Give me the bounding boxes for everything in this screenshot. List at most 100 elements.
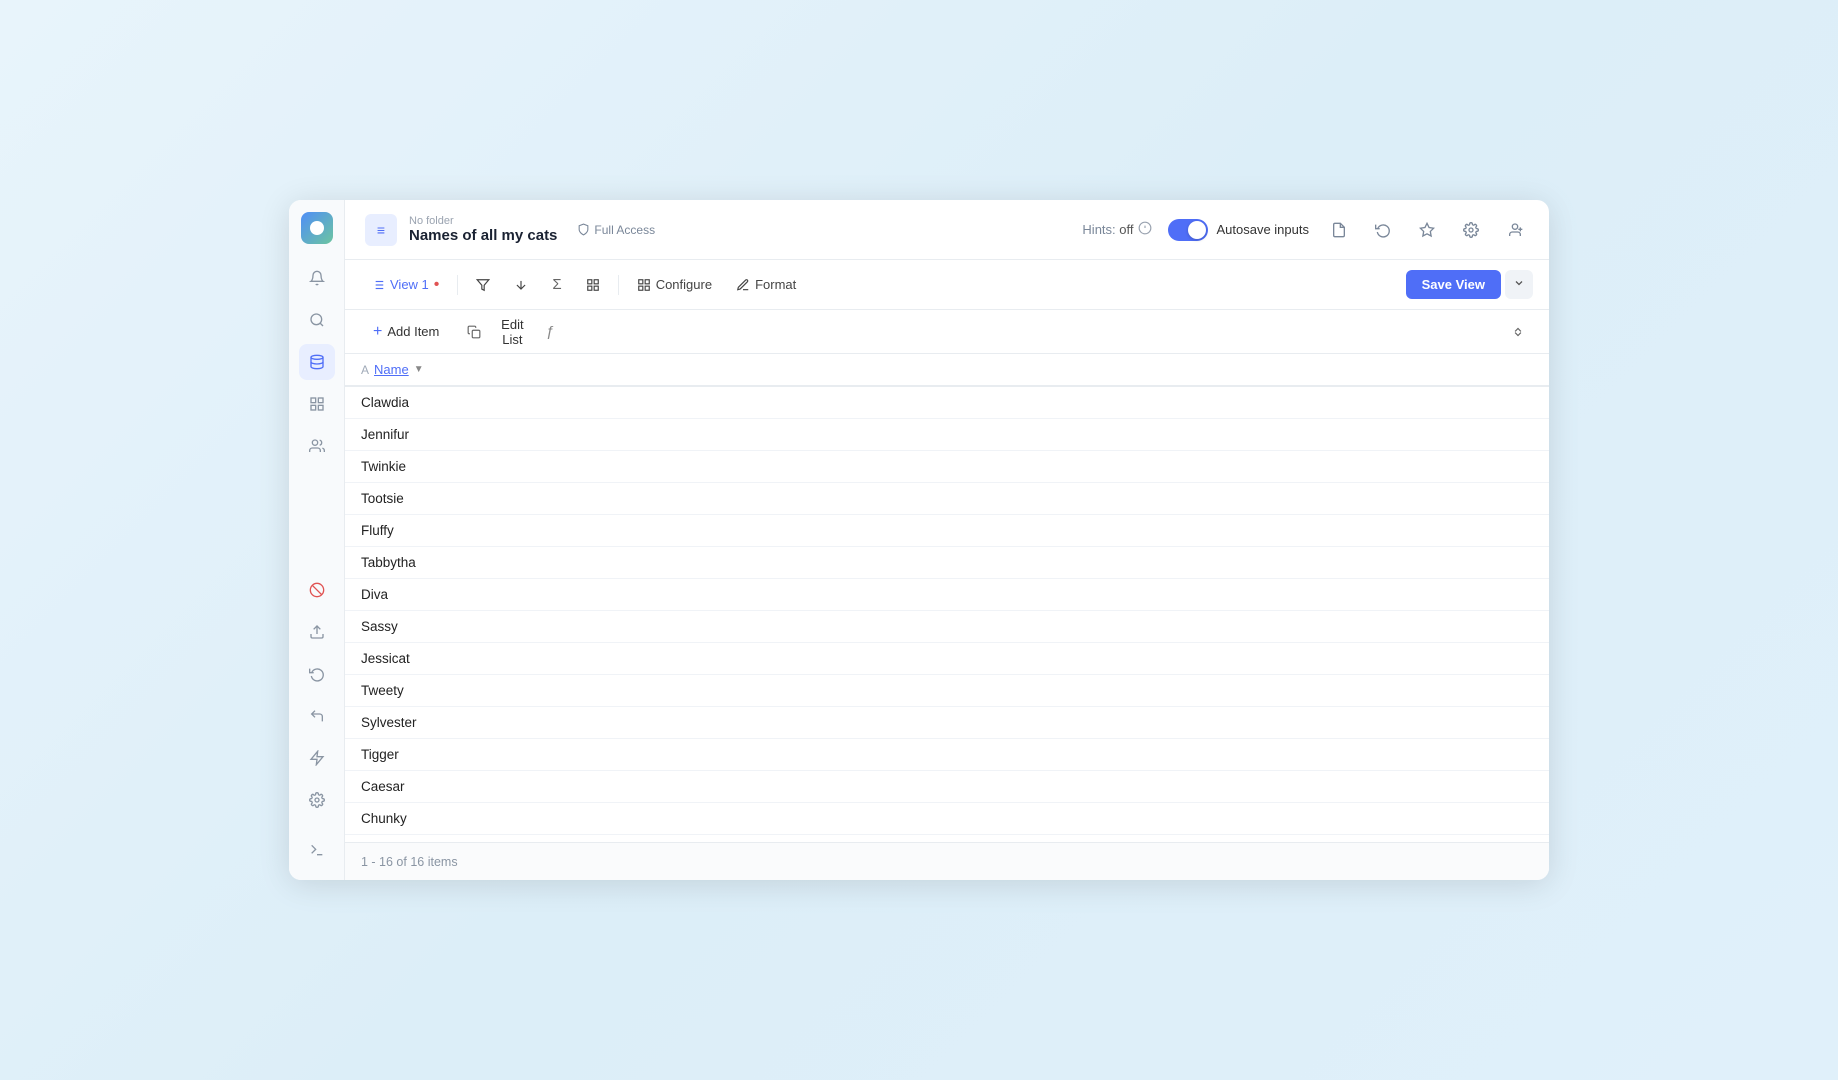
aggregate-button[interactable]: Σ <box>542 270 571 299</box>
filter-button[interactable] <box>466 272 500 298</box>
table-cell-name[interactable]: Jessicat <box>345 643 1549 675</box>
table-row[interactable]: Chunky <box>345 803 1549 835</box>
header-title-area: No folder Names of all my cats <box>409 215 557 244</box>
table-row[interactable]: Sassy <box>345 611 1549 643</box>
table-body: ClawdiaJennifurTwinkieTootsieFluffyTabby… <box>345 386 1549 842</box>
add-item-plus-icon: + <box>373 323 382 341</box>
save-view-button[interactable]: Save View <box>1406 270 1501 299</box>
table-cell-name[interactable]: Sassy <box>345 611 1549 643</box>
add-item-label: Add Item <box>387 324 439 339</box>
configure-button[interactable]: Configure <box>627 271 722 298</box>
nav-database[interactable] <box>299 344 335 380</box>
hints-container: Hints: off <box>1082 221 1152 238</box>
nav-team[interactable] <box>299 428 335 464</box>
access-label: Full Access <box>594 223 655 237</box>
view-label: View 1 <box>390 277 429 292</box>
table-cell-name[interactable]: Chunky <box>345 803 1549 835</box>
table-cell-name[interactable]: Caesar <box>345 771 1549 803</box>
share-icon[interactable] <box>1501 216 1529 244</box>
gear-icon[interactable] <box>1457 216 1485 244</box>
table-row[interactable]: Fluffy <box>345 515 1549 547</box>
table-cell-name[interactable]: Jennifur <box>345 419 1549 451</box>
view-button[interactable]: View 1 • <box>361 270 449 300</box>
name-column-header[interactable]: A Name ▼ <box>345 354 1549 386</box>
nav-terminal[interactable] <box>299 832 335 868</box>
sort-button[interactable] <box>504 272 538 298</box>
nav-alert[interactable] <box>299 572 335 608</box>
table-row[interactable]: Tootsie <box>345 483 1549 515</box>
nav-grid[interactable] <box>299 386 335 422</box>
autosave-toggle[interactable] <box>1168 219 1208 241</box>
table-cell-name[interactable]: Sylvester <box>345 707 1549 739</box>
view-dropdown-button[interactable] <box>1505 270 1533 299</box>
header-table-icon: ≡ <box>365 214 397 246</box>
table-row[interactable]: Twinkie <box>345 451 1549 483</box>
table-row[interactable]: Jennifur <box>345 419 1549 451</box>
app-logo[interactable] <box>301 212 333 244</box>
name-col-dropdown[interactable]: ▼ <box>414 364 424 375</box>
table-row[interactable]: Sylvester <box>345 707 1549 739</box>
name-col-icon: A <box>361 363 369 377</box>
table-row[interactable]: Jessicat <box>345 643 1549 675</box>
table-cell-name[interactable]: Tootsie <box>345 483 1549 515</box>
nav-settings[interactable] <box>299 782 335 818</box>
table-cell-name[interactable]: Tabbytha <box>345 547 1549 579</box>
toolbar-divider-1 <box>457 275 458 295</box>
name-col-label[interactable]: Name <box>374 362 409 377</box>
toolbar-divider-2 <box>618 275 619 295</box>
table-row[interactable]: Clawdia <box>345 386 1549 419</box>
notes-icon[interactable] <box>1325 216 1353 244</box>
table-cell-name[interactable]: Diva <box>345 579 1549 611</box>
table-cell-name[interactable]: Tigger <box>345 739 1549 771</box>
nav-history[interactable] <box>299 656 335 692</box>
table-cell-name[interactable]: Clawdia <box>345 386 1549 419</box>
table-footer: 1 - 16 of 16 items <box>345 842 1549 880</box>
format-label: Format <box>755 277 796 292</box>
table-header-row: A Name ▼ <box>345 354 1549 386</box>
expand-collapse-button[interactable] <box>1503 317 1533 347</box>
history-header-icon[interactable] <box>1369 216 1397 244</box>
access-badge[interactable]: Full Access <box>577 223 655 237</box>
main-content: ≡ No folder Names of all my cats Full Ac… <box>345 200 1549 880</box>
fx-button[interactable]: ƒ <box>535 317 565 347</box>
page-title: Names of all my cats <box>409 227 557 244</box>
hints-label: Hints: off <box>1082 222 1133 237</box>
nav-notifications[interactable] <box>299 260 335 296</box>
table-cell-name[interactable]: Tweety <box>345 675 1549 707</box>
edit-list-label: Edit List <box>501 317 523 347</box>
autosave-toggle-container: Autosave inputs <box>1168 219 1309 241</box>
table-cell-name[interactable]: Twinkie <box>345 451 1549 483</box>
format-button[interactable]: Format <box>726 271 806 298</box>
data-table: A Name ▼ ClawdiaJennifurTwinkieTootsieFl… <box>345 354 1549 842</box>
view-dot: • <box>434 276 440 294</box>
nav-undo[interactable] <box>299 698 335 734</box>
table-row[interactable]: Tabbytha <box>345 547 1549 579</box>
info-icon[interactable] <box>1138 221 1152 238</box>
view-toolbar: View 1 • Σ <box>345 260 1549 310</box>
sidebar <box>289 200 345 880</box>
header-right: Hints: off Autosave inputs <box>1082 216 1529 244</box>
copy-button[interactable] <box>459 317 489 347</box>
table-cell-name[interactable]: Muffy <box>345 835 1549 843</box>
nav-upload[interactable] <box>299 614 335 650</box>
add-item-button[interactable]: + Add Item <box>361 318 451 346</box>
table-row[interactable]: Muffy <box>345 835 1549 843</box>
nav-bolt[interactable] <box>299 740 335 776</box>
table-area: A Name ▼ ClawdiaJennifurTwinkieTootsieFl… <box>345 354 1549 842</box>
nav-search[interactable] <box>299 302 335 338</box>
table-cell-name[interactable]: Fluffy <box>345 515 1549 547</box>
table-row[interactable]: Tigger <box>345 739 1549 771</box>
configure-label: Configure <box>656 277 712 292</box>
fx-label: ƒ <box>546 323 554 340</box>
edit-list-button[interactable]: Edit List <box>497 317 527 347</box>
table-row[interactable]: Tweety <box>345 675 1549 707</box>
group-button[interactable] <box>576 272 610 298</box>
top-header: ≡ No folder Names of all my cats Full Ac… <box>345 200 1549 260</box>
table-row[interactable]: Caesar <box>345 771 1549 803</box>
action-bar: + Add Item Edit List ƒ <box>345 310 1549 354</box>
no-folder-label: No folder <box>409 215 557 227</box>
pagination-label: 1 - 16 of 16 items <box>361 855 458 869</box>
star-icon[interactable] <box>1413 216 1441 244</box>
autosave-label: Autosave inputs <box>1216 222 1309 237</box>
table-row[interactable]: Diva <box>345 579 1549 611</box>
